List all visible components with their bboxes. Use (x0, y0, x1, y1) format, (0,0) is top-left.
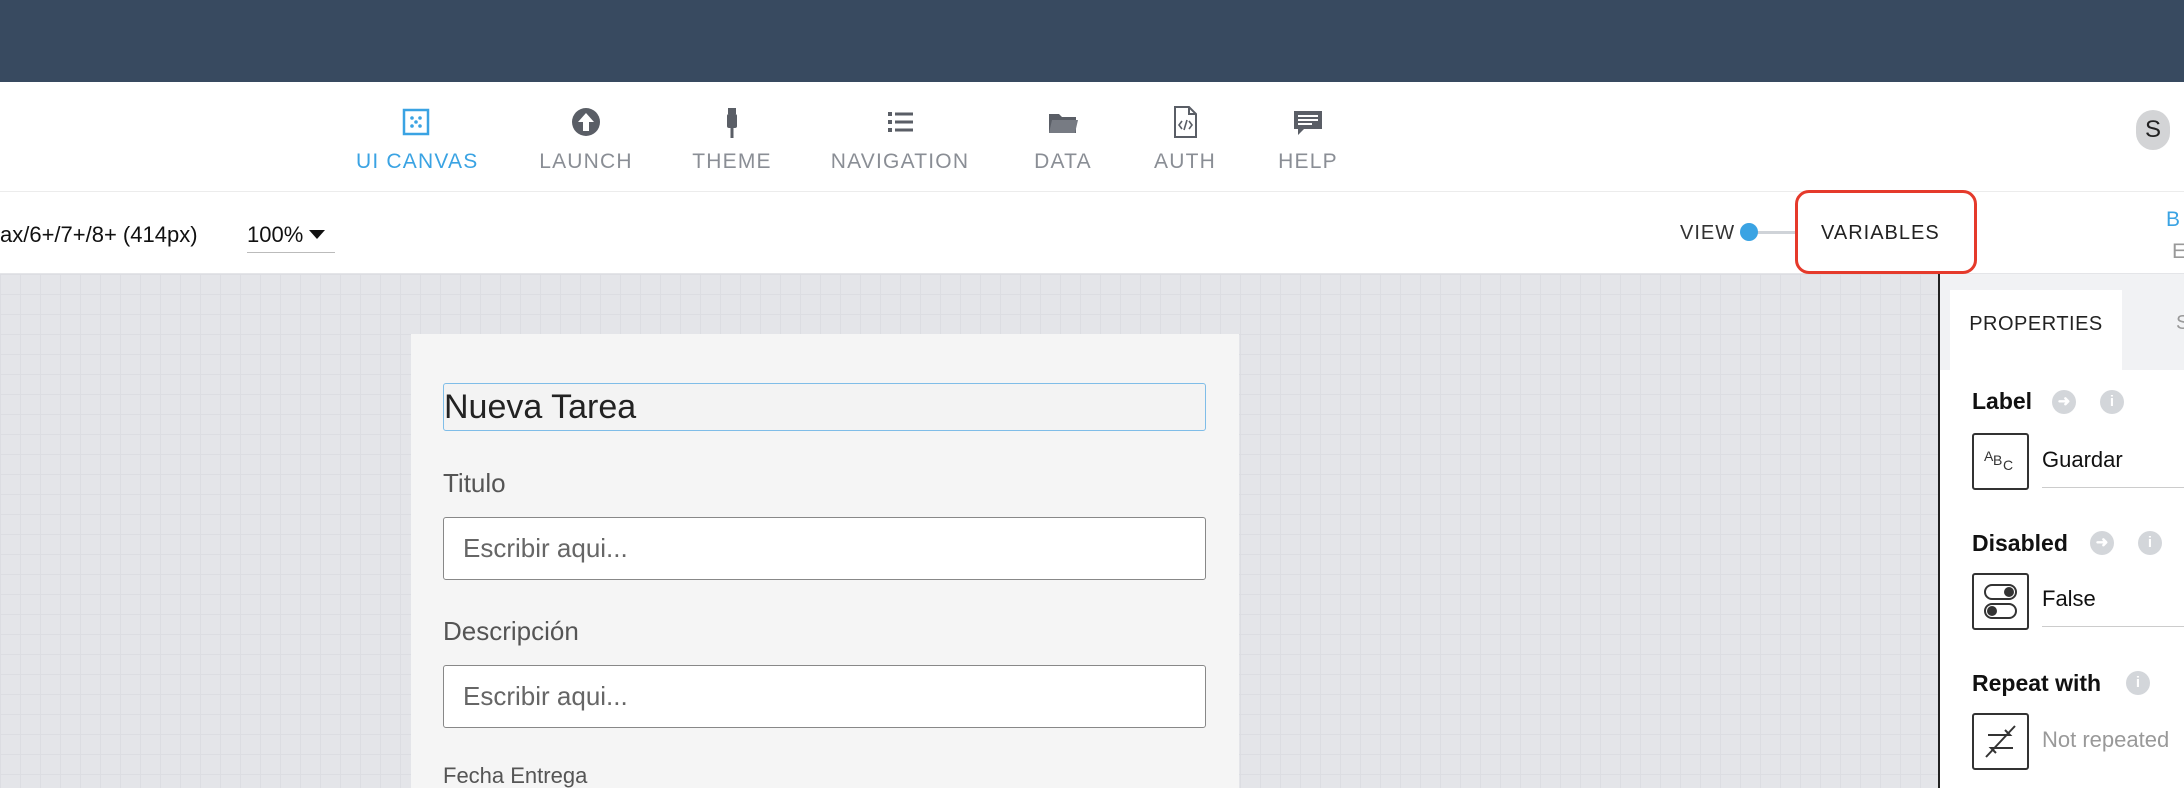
device-selector[interactable]: ax/6+/7+/8+ (414px) (0, 222, 198, 248)
titulo-input[interactable]: Escribir aqui... (443, 517, 1206, 580)
nav-label: AUTH (1154, 150, 1216, 173)
descripcion-label: Descripción (443, 616, 579, 646)
auth-icon (1174, 106, 1197, 138)
toggle-type-icon (1972, 573, 2029, 630)
label-value-input[interactable]: Guardar (2042, 447, 2184, 488)
nav-label: HELP (1278, 150, 1338, 173)
nav-theme[interactable]: THEME (692, 102, 772, 182)
disabled-property-title: Disabled (1972, 530, 2068, 556)
no-repeat-icon (1985, 725, 2016, 758)
bind-arrow-icon[interactable]: ➜ (2090, 531, 2114, 555)
theme-icon (727, 108, 737, 138)
repeat-type-icon (1972, 713, 2029, 770)
tab-properties[interactable]: PROPERTIES (1950, 290, 2122, 370)
bind-arrow-icon[interactable]: ➜ (2052, 390, 2076, 414)
nav-data[interactable]: DATA (1028, 102, 1098, 182)
app-top-bar (0, 0, 2184, 82)
label-property-title: Label (1972, 388, 2033, 414)
launch-icon (572, 108, 600, 136)
nav-label: UI CANVAS (356, 150, 479, 173)
nav-label: NAVIGATION (830, 150, 970, 173)
data-icon (1049, 114, 1078, 133)
tab-second[interactable]: S (2176, 312, 2184, 335)
svg-text:B: B (1993, 452, 2002, 468)
user-avatar[interactable]: S (2136, 110, 2170, 150)
nav-label: THEME (692, 150, 772, 173)
view-toggle-label: VIEW (1680, 222, 1736, 244)
text-type-icon: A B C (1972, 433, 2029, 490)
repeat-value[interactable]: Not repeated (2042, 727, 2184, 767)
screen-title-text[interactable]: Nueva Tarea (443, 383, 1206, 431)
nav-help[interactable]: HELP (1278, 102, 1338, 182)
navigation-icon (888, 112, 913, 132)
disabled-value-select[interactable]: False (2042, 586, 2184, 627)
nav-launch[interactable]: LAUNCH (538, 102, 634, 182)
info-icon[interactable]: i (2126, 671, 2150, 695)
descripcion-input[interactable]: Escribir aqui... (443, 665, 1206, 728)
toolbar-edge-label-top[interactable]: B (2166, 208, 2180, 232)
zoom-select[interactable]: 100% (247, 222, 335, 253)
ui-canvas-icon (402, 108, 430, 136)
repeat-property-title: Repeat with (1972, 670, 2102, 696)
fecha-entrega-label: Fecha Entrega (443, 763, 588, 788)
info-icon[interactable]: i (2138, 531, 2162, 555)
abc-icon: A B C (1984, 448, 2013, 473)
caret-down-icon (309, 230, 325, 239)
help-icon (1294, 111, 1322, 135)
toolbar-edge-label-bottom: E (2172, 240, 2184, 263)
info-icon[interactable]: i (2100, 390, 2124, 414)
svg-text:C: C (2003, 457, 2013, 473)
nav-auth[interactable]: AUTH (1152, 102, 1218, 182)
zoom-value: 100% (247, 222, 304, 247)
variables-label[interactable]: VARIABLES (1821, 222, 1940, 245)
nav-navigation[interactable]: NAVIGATION (830, 102, 970, 182)
view-variables-toggle-knob[interactable] (1740, 223, 1758, 241)
nav-label: LAUNCH (539, 150, 633, 173)
titulo-label: Titulo (443, 468, 506, 498)
main-nav: UI CANVAS LAUNCH THEME NAVIGATION DATA A… (0, 82, 2184, 192)
nav-label: DATA (1034, 150, 1092, 173)
nav-ui-canvas[interactable]: UI CANVAS (356, 102, 479, 182)
switch-icon (1984, 584, 2017, 619)
